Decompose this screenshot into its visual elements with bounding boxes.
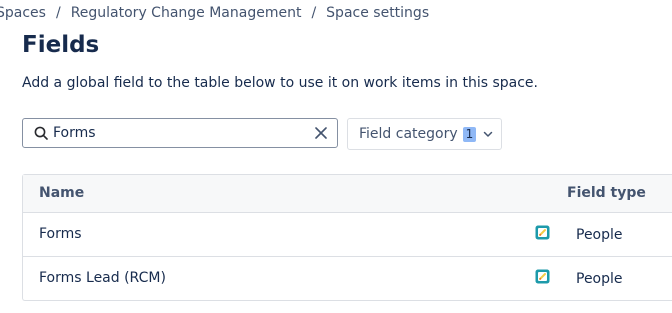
chevron-down-icon [483, 129, 493, 139]
breadcrumb-separator: / [55, 5, 61, 21]
page-title: Fields [22, 32, 100, 58]
breadcrumb: Spaces / Regulatory Change Management / … [0, 5, 429, 21]
breadcrumb-spaces[interactable]: Spaces [0, 5, 46, 21]
breadcrumb-space[interactable]: Regulatory Change Management [71, 5, 302, 21]
table-row[interactable]: Forms People [23, 213, 672, 257]
search-field[interactable] [22, 118, 338, 148]
breadcrumb-space-settings[interactable]: Space settings [326, 5, 429, 21]
search-icon [33, 125, 49, 141]
close-icon[interactable] [313, 125, 329, 141]
people-field-icon [535, 269, 550, 284]
field-type: People [576, 271, 623, 287]
field-type: People [576, 227, 623, 243]
column-header-field-type[interactable]: Field type [567, 185, 646, 201]
field-name: Forms Lead (RCM) [39, 270, 166, 286]
people-field-icon [535, 225, 550, 240]
page-description: Add a global field to the table below to… [22, 75, 538, 91]
search-input[interactable] [53, 121, 313, 145]
field-name: Forms [39, 226, 82, 242]
table-header: Name Field type [23, 175, 672, 213]
field-category-label: Field category [359, 126, 458, 142]
table-row[interactable]: Forms Lead (RCM) People [23, 257, 672, 300]
column-header-name[interactable]: Name [39, 185, 84, 201]
breadcrumb-separator: / [311, 5, 317, 21]
filter-count-badge: 1 [462, 126, 477, 142]
field-category-filter-button[interactable]: Field category 1 [347, 118, 502, 150]
fields-table: Name Field type Forms People Forms Lead … [22, 174, 672, 301]
